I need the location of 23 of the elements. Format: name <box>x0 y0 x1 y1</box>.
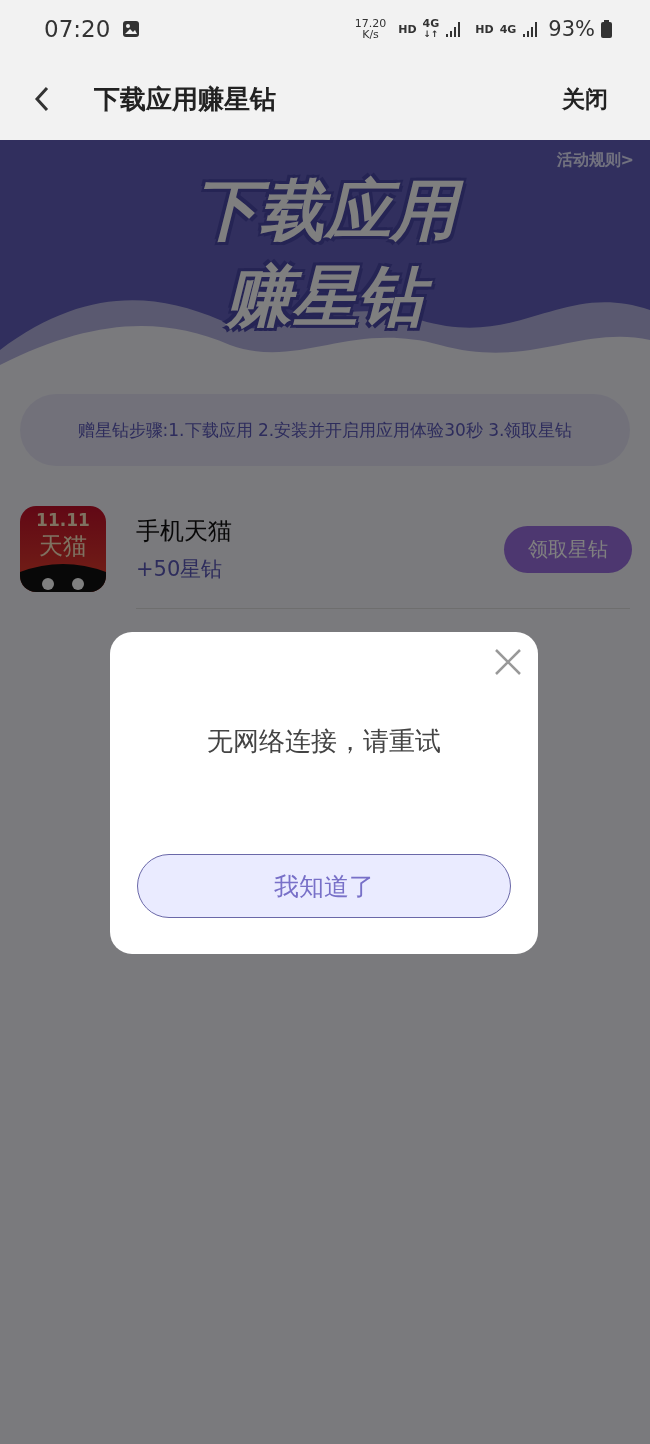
close-button[interactable]: 关闭 <box>562 83 608 115</box>
app-name: 手机天猫 <box>136 516 233 547</box>
battery-level: 93% <box>548 17 595 41</box>
dialog-message: 无网络连接，请重试 <box>207 725 441 758</box>
network-speed: 17.20 K/s <box>354 18 387 40</box>
rules-link[interactable]: 活动规则> <box>556 150 634 171</box>
hd-label: HD <box>475 22 494 36</box>
close-icon[interactable] <box>494 648 522 676</box>
claim-button[interactable]: 领取星钻 <box>504 525 632 573</box>
reward-amount: +50星钻 <box>136 556 224 583</box>
ok-button[interactable]: 我知道了 <box>137 854 511 918</box>
banner-title: 下载应用 <box>181 168 469 254</box>
back-icon[interactable] <box>34 86 50 112</box>
network-type: 4G <box>499 23 517 35</box>
app-icon: 11.11 天猫 <box>20 506 106 592</box>
battery-icon <box>601 20 612 38</box>
image-icon <box>122 20 141 38</box>
banner-title: 赚星钻 <box>214 254 436 340</box>
clock-time: 07:20 <box>44 16 111 42</box>
network-type: 4G ↓↑ <box>422 18 440 40</box>
hd-label: HD <box>398 22 417 36</box>
page-title: 下载应用赚星钻 <box>94 82 276 116</box>
steps-notice: 赠星钻步骤:1.下载应用 2.安装并开启用应用体验30秒 3.领取星钻 <box>20 394 630 466</box>
